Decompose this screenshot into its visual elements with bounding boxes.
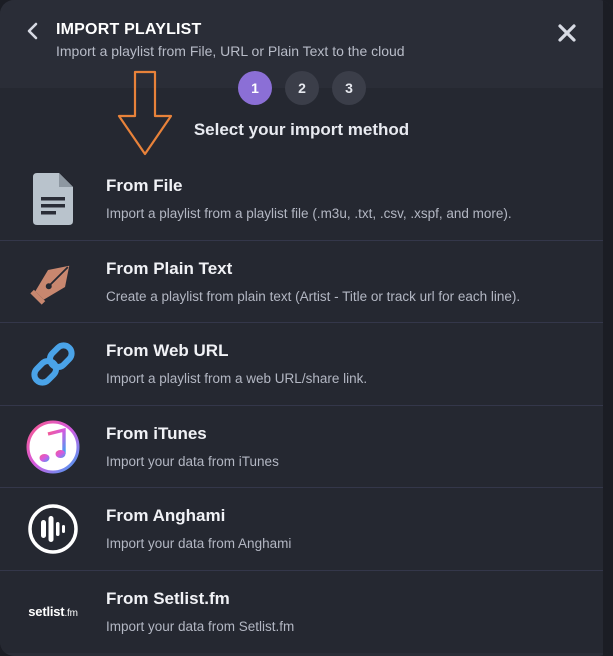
method-desc-plain-text: Create a playlist from plain text (Artis…	[106, 288, 521, 304]
file-icon	[24, 171, 82, 227]
method-desc-anghami: Import your data from Anghami	[106, 536, 292, 551]
chevron-left-icon	[27, 22, 38, 40]
method-from-anghami[interactable]: From Anghami Import your data from Angha…	[0, 488, 603, 571]
close-button[interactable]	[555, 21, 579, 45]
step-3[interactable]: 3	[332, 71, 366, 105]
pen-nib-icon	[24, 254, 82, 310]
method-from-itunes[interactable]: From iTunes Import your data from iTunes	[0, 405, 603, 488]
modal-subtitle: Import a playlist from File, URL or Plai…	[56, 43, 405, 59]
method-desc-web-url: Import a playlist from a web URL/share l…	[106, 371, 368, 386]
setlistfm-logo: setlist.fm	[28, 604, 78, 619]
modal-title: IMPORT PLAYLIST	[56, 21, 202, 38]
method-title-plain-text: From Plain Text	[106, 258, 233, 278]
method-from-file[interactable]: From File Import a playlist from a playl…	[0, 158, 603, 241]
method-title-web-url: From Web URL	[106, 341, 229, 360]
method-from-web-url[interactable]: From Web URL Import a playlist from a we…	[0, 323, 603, 406]
scroll-edge	[603, 0, 613, 656]
down-arrow-annotation-icon	[117, 70, 173, 156]
import-method-list: From File Import a playlist from a playl…	[0, 158, 603, 653]
method-title: Select your import method	[193, 120, 410, 139]
method-desc-itunes: Import your data from iTunes	[106, 453, 279, 469]
step-1[interactable]: 1	[238, 71, 272, 105]
method-title-setlistfm: From Setlist.fm	[106, 588, 230, 608]
method-title-file: From File	[106, 176, 183, 195]
method-title-anghami: From Anghami	[106, 506, 226, 525]
close-icon	[558, 24, 576, 42]
anghami-icon	[24, 501, 82, 557]
method-title-itunes: From iTunes	[106, 423, 207, 443]
link-icon	[24, 336, 82, 392]
method-from-plain-text[interactable]: From Plain Text Create a playlist from p…	[0, 240, 603, 323]
back-button[interactable]	[22, 20, 44, 42]
method-from-setlistfm[interactable]: setlist.fm From Setlist.fm Import your d…	[0, 570, 603, 653]
method-desc-setlistfm: Import your data from Setlist.fm	[106, 618, 295, 634]
import-playlist-modal: IMPORT PLAYLIST Import a playlist from F…	[0, 0, 613, 656]
itunes-icon	[24, 419, 82, 475]
method-desc-file: Import a playlist from a playlist file (…	[106, 206, 512, 221]
step-2[interactable]: 2	[285, 71, 319, 105]
